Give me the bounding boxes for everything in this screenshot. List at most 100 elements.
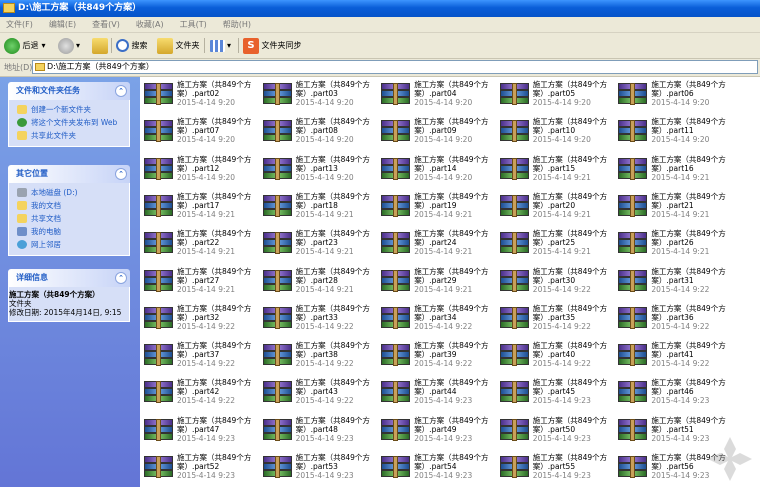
file-date: 2015-4-14 9:21 [651,172,710,182]
file-item[interactable]: 施工方案（共849个方案）.part10 2015-4-14 9:20 [496,114,614,150]
file-item[interactable]: 施工方案（共849个方案）.part39 2015-4-14 9:22 [377,338,495,374]
back-button[interactable]: 后退 ▾ [4,36,46,55]
file-item[interactable]: 施工方案（共849个方案）.part38 2015-4-14 9:22 [259,338,377,374]
place-local-disk[interactable]: 本地磁盘 (D:) [9,186,129,199]
file-item[interactable]: 施工方案（共849个方案）.part27 2015-4-14 9:21 [140,264,258,300]
file-item[interactable]: 施工方案（共849个方案）.part45 2015-4-14 9:23 [496,375,614,411]
file-item[interactable]: 施工方案（共849个方案）.part02 2015-4-14 9:20 [140,77,258,113]
places-panel-header[interactable]: 其它位置 ⌃ [8,165,130,183]
file-item[interactable]: 施工方案（共849个方案）.part42 2015-4-14 9:22 [140,375,258,411]
file-item[interactable]: 施工方案（共849个方案）.part13 2015-4-14 9:20 [259,152,377,188]
file-item[interactable]: 施工方案（共849个方案）.part34 2015-4-14 9:22 [377,301,495,337]
up-folder-button[interactable] [92,36,108,55]
details-panel-header[interactable]: 详细信息 ⌃ [8,269,130,287]
file-item[interactable]: 施工方案（共849个方案）.part35 2015-4-14 9:22 [496,301,614,337]
shared-folder-icon [17,214,27,223]
file-item[interactable]: 施工方案（共849个方案）.part15 2015-4-14 9:21 [496,152,614,188]
address-label: 地址(D) [4,63,33,72]
rar-archive-icon [381,344,411,367]
file-item[interactable]: 施工方案（共849个方案）.part29 2015-4-14 9:21 [377,264,495,300]
publish-web-link[interactable]: 将这个文件夹发布到 Web [9,116,129,129]
file-item[interactable]: 施工方案（共849个方案）.part19 2015-4-14 9:21 [377,189,495,225]
file-item[interactable]: 施工方案（共849个方案）.part28 2015-4-14 9:21 [259,264,377,300]
file-item[interactable]: 施工方案（共849个方案）.part24 2015-4-14 9:21 [377,226,495,262]
rar-archive-icon [381,306,411,329]
file-item[interactable]: 施工方案（共849个方案）.part41 2015-4-14 9:22 [614,338,732,374]
file-item[interactable]: 施工方案（共849个方案）.part31 2015-4-14 9:22 [614,264,732,300]
file-item[interactable]: 施工方案（共849个方案）.part25 2015-4-14 9:21 [496,226,614,262]
file-item[interactable]: 施工方案（共849个方案）.part17 2015-4-14 9:21 [140,189,258,225]
search-button[interactable]: 搜索 [116,36,148,55]
forward-button[interactable]: ▾ [58,36,80,55]
collapse-chevron-icon[interactable]: ⌃ [115,168,127,180]
file-item[interactable]: 施工方案（共849个方案）.part48 2015-4-14 9:23 [259,413,377,449]
file-item[interactable]: 施工方案（共849个方案）.part37 2015-4-14 9:22 [140,338,258,374]
file-item[interactable]: 施工方案（共849个方案）.part46 2015-4-14 9:23 [614,375,732,411]
new-folder-link[interactable]: 创建一个新文件夹 [9,103,129,116]
file-item[interactable]: 施工方案（共849个方案）.part22 2015-4-14 9:21 [140,226,258,262]
file-item[interactable]: 施工方案（共849个方案）.part55 2015-4-14 9:23 [496,450,614,486]
address-bar: 地址(D) D:\施工方案（共849个方案） [0,59,760,77]
file-name: 施工方案（共849个方案）.part08 [295,117,370,136]
place-shared-documents[interactable]: 共享文档 [9,212,129,225]
file-item[interactable]: 施工方案（共849个方案）.part12 2015-4-14 9:20 [140,152,258,188]
collapse-chevron-icon[interactable]: ⌃ [115,85,127,97]
search-icon [116,39,129,52]
file-date: 2015-4-14 9:21 [532,209,591,219]
rar-archive-icon [262,456,292,478]
file-item[interactable]: 施工方案（共849个方案）.part36 2015-4-14 9:22 [614,301,732,337]
file-name: 施工方案（共849个方案）.part25 [532,229,608,248]
file-item[interactable]: 施工方案（共849个方案）.part44 2015-4-14 9:23 [377,375,495,411]
file-item[interactable]: 施工方案（共849个方案）.part53 2015-4-14 9:23 [259,450,377,486]
detail-type: 文件夹 [9,299,32,308]
file-item[interactable]: 施工方案（共849个方案）.part26 2015-4-14 9:21 [614,226,732,262]
views-button[interactable]: ▾ [210,36,231,55]
file-item[interactable]: 施工方案（共849个方案）.part23 2015-4-14 9:21 [259,226,377,262]
file-item[interactable]: 施工方案（共849个方案）.part18 2015-4-14 9:21 [259,189,377,225]
file-date: 2015-4-14 9:23 [414,471,473,480]
place-my-computer[interactable]: 我的电脑 [9,225,129,238]
menu-help[interactable]: 帮助(H) [223,17,251,32]
file-item[interactable]: 施工方案（共849个方案）.part32 2015-4-14 9:22 [140,301,258,337]
file-item[interactable]: 施工方案（共849个方案）.part40 2015-4-14 9:22 [496,338,614,374]
file-name: 施工方案（共849个方案）.part24 [414,229,489,248]
file-grid: 施工方案（共849个方案）.part02 2015-4-14 9:20 施工方案（共… [140,77,760,487]
menu-favorites[interactable]: 收藏(A) [136,17,164,32]
file-item[interactable]: 施工方案（共849个方案）.part33 2015-4-14 9:22 [259,301,377,337]
file-name: 施工方案（共849个方案）.part19 [414,191,489,210]
file-item[interactable]: 施工方案（共849个方案）.part43 2015-4-14 9:22 [259,375,377,411]
file-item[interactable]: 施工方案（共849个方案）.part07 2015-4-14 9:20 [140,114,258,150]
file-item[interactable]: 施工方案（共849个方案）.part03 2015-4-14 9:20 [259,77,377,113]
file-item[interactable]: 施工方案（共849个方案）.part47 2015-4-14 9:23 [140,413,258,449]
address-field[interactable]: D:\施工方案（共849个方案） [32,60,758,74]
file-item[interactable]: 施工方案（共849个方案）.part52 2015-4-14 9:23 [140,450,258,486]
collapse-chevron-icon[interactable]: ⌃ [115,272,127,284]
file-item[interactable]: 施工方案（共849个方案）.part21 2015-4-14 9:21 [614,189,732,225]
file-item[interactable]: 施工方案（共849个方案）.part11 2015-4-14 9:20 [614,114,732,150]
place-network[interactable]: 网上邻居 [9,238,129,251]
file-date: 2015-4-14 9:21 [651,247,710,257]
file-item[interactable]: 施工方案（共849个方案）.part49 2015-4-14 9:23 [377,413,495,449]
file-item[interactable]: 施工方案（共849个方案）.part50 2015-4-14 9:23 [496,413,614,449]
folder-sync-button[interactable]: S 文件夹同步 [243,36,302,55]
toolbar: 后退 ▾ ▾ 搜索 文件夹 ▾ S 文件夹同步 [0,33,760,59]
tasks-panel-header[interactable]: 文件和文件夹任务 ⌃ [8,82,130,100]
folders-button[interactable]: 文件夹 [157,36,200,55]
file-item[interactable]: 施工方案（共849个方案）.part05 2015-4-14 9:20 [496,77,614,113]
file-item[interactable]: 施工方案（共849个方案）.part06 2015-4-14 9:20 [614,77,732,113]
file-item[interactable]: 施工方案（共849个方案）.part16 2015-4-14 9:21 [614,152,732,188]
share-folder-link[interactable]: 共享此文件夹 [9,129,129,142]
menu-edit[interactable]: 编辑(E) [49,17,76,32]
file-item[interactable]: 施工方案（共849个方案）.part30 2015-4-14 9:22 [496,264,614,300]
place-my-documents[interactable]: 我的文档 [9,199,129,212]
menu-file[interactable]: 文件(F) [6,17,33,32]
menu-tools[interactable]: 工具(T) [180,17,207,32]
file-item[interactable]: 施工方案（共849个方案）.part09 2015-4-14 9:20 [377,114,495,150]
file-item[interactable]: 施工方案（共849个方案）.part54 2015-4-14 9:23 [377,450,495,486]
file-item[interactable]: 施工方案（共849个方案）.part04 2015-4-14 9:20 [377,77,495,113]
rar-archive-icon [618,232,648,255]
file-item[interactable]: 施工方案（共849个方案）.part08 2015-4-14 9:20 [259,114,377,150]
menu-view[interactable]: 查看(V) [92,17,120,32]
file-item[interactable]: 施工方案（共849个方案）.part20 2015-4-14 9:21 [496,189,614,225]
file-item[interactable]: 施工方案（共849个方案）.part14 2015-4-14 9:20 [377,152,495,188]
